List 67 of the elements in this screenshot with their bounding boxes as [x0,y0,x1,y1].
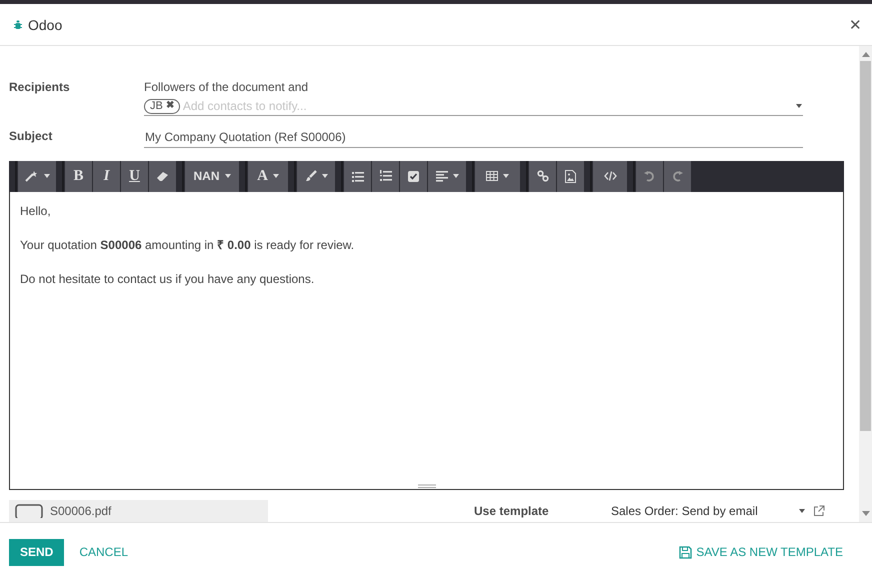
template-label: Use template [474,504,550,518]
body-paragraph: Your quotation S00006 amounting in ₹ 0.00 is ready for review. [20,238,356,252]
resize-handle-icon[interactable] [418,484,436,489]
save-as-new-template-button[interactable]: SAVE AS NEW TEMPLATE [670,545,852,559]
redo-button[interactable] [664,161,691,192]
body-paragraph: Hello, [20,204,52,218]
caret-icon [224,174,230,178]
checklist-button[interactable] [400,161,427,192]
checkbox-icon [408,170,419,182]
close-button[interactable]: ✕ [847,16,864,34]
link-button[interactable] [529,161,556,192]
bullet-list-icon [352,170,364,182]
cancel-button[interactable]: CANCEL [70,545,138,559]
numbered-list-button[interactable] [372,161,399,192]
caret-icon [44,174,50,178]
eraser-button[interactable] [149,161,176,192]
bold-button[interactable]: B [65,161,92,192]
link-icon [536,170,548,182]
align-dropdown[interactable] [428,161,466,192]
align-icon [436,170,448,182]
remove-tag-button[interactable]: ✖ [166,101,174,111]
caret-icon [798,508,806,514]
email-body-editor[interactable]: Hello, Your quotation S00006 amounting in ₹ 0.00 is ready for review. Do not hesitate to contact us if you have any questions. [9,192,844,490]
table-dropdown[interactable] [475,161,520,192]
underline-button[interactable]: U [121,161,148,192]
template-select[interactable]: Sales Order: Send by email [611,504,806,518]
image-icon [565,170,576,183]
paintbrush-icon [304,170,316,182]
numbered-list-icon [380,170,392,182]
magic-wand-icon [24,170,38,182]
template-value: Sales Order: Send by email [611,504,758,518]
code-view-button[interactable] [593,161,627,192]
body-paragraph: Do not hesitate to contact us if you have any questions. [20,272,316,286]
contact-tag[interactable]: JB ✖ [144,98,180,114]
bullet-list-button[interactable] [344,161,371,192]
send-button[interactable]: SEND [9,538,64,566]
redo-icon [672,170,683,182]
bug-icon [14,20,22,30]
recipients-label: Recipients [9,80,71,96]
file-icon [15,504,43,518]
scrollbar[interactable] [859,46,872,522]
undo-icon [644,170,655,182]
caret-icon [503,174,509,178]
undo-button[interactable] [636,161,663,192]
followers-note: Followers of the document and [144,80,310,94]
highlight-color-dropdown[interactable] [297,161,335,192]
caret-icon [452,174,458,178]
caret-icon [322,174,328,178]
caret-icon [272,174,279,178]
subject-label: Subject [9,128,54,145]
scroll-up-icon[interactable] [862,51,870,57]
code-icon [604,171,616,182]
recipients-field[interactable]: JB ✖ Add contacts to notify... [144,97,803,116]
external-link-icon[interactable] [813,505,825,517]
caret-icon [795,103,803,109]
eraser-icon [156,170,169,182]
attachment-item[interactable]: S00006.pdf [9,500,268,522]
table-icon [486,171,498,182]
font-style-dropdown[interactable]: NAN [185,161,239,192]
magic-wand-button[interactable] [18,161,56,192]
font-color-dropdown[interactable]: A [248,161,288,192]
dialog-title: Odoo [28,16,64,32]
image-button[interactable] [557,161,584,192]
subject-field[interactable]: My Company Quotation (Ref S00006) [145,130,803,144]
attachment-name: S00006.pdf [50,504,112,518]
italic-button[interactable]: I [93,161,120,192]
scroll-down-icon[interactable] [862,511,870,517]
